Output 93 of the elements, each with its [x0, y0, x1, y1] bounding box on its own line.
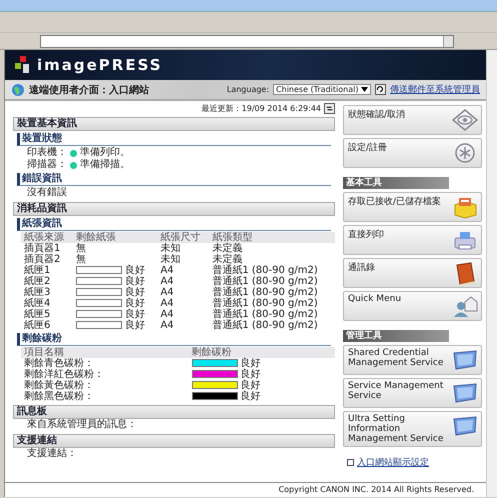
section-header: 裝置基本資訊 — [13, 117, 335, 131]
menu-button[interactable]: 存取已接收/已儲存檔案 — [343, 192, 482, 222]
message-text: 來自系統管理員的訊息： — [27, 419, 137, 431]
group-header: 管理工具 — [343, 330, 449, 342]
address-field[interactable] — [40, 34, 454, 48]
table-cell-text: 未知 — [159, 254, 182, 265]
table-cell: 未知 — [157, 243, 210, 254]
table-cell: 良好 — [124, 265, 145, 276]
table-cell-text: 剩餘黃色碳粉： — [23, 380, 95, 391]
table-cell-text: A4 — [159, 276, 175, 287]
monitor-icon — [451, 414, 479, 438]
table-cell: 良好 — [124, 276, 145, 287]
menu-button[interactable]: Service Management Service — [343, 378, 482, 408]
scrollbar[interactable] — [486, 50, 497, 497]
column-header: 紙張類型 — [209, 232, 335, 243]
column-header: 紙張來源 — [21, 232, 73, 243]
mail-admin-link[interactable]: 傳送郵件至系統管理員 — [390, 83, 480, 96]
menu-button[interactable]: Shared Credential Management Service — [343, 345, 482, 375]
table-cell: 無 — [76, 254, 86, 265]
person-icon — [451, 294, 479, 318]
portal-settings-link[interactable]: 入口網站顯示設定 — [357, 456, 429, 469]
table-cell: 良好 — [240, 369, 261, 380]
status-text: 準備列印。 — [80, 147, 130, 158]
caret-icon — [361, 87, 368, 92]
table-cell: 無 — [76, 243, 86, 254]
table-cell: 良好 — [124, 287, 145, 298]
table-cell: 良好 — [240, 380, 261, 391]
group-header: 基本工具 — [343, 177, 449, 189]
last-updated: 最近更新：19/09 2014 6:29:44 — [202, 103, 321, 114]
monitor-icon — [451, 348, 479, 372]
error-text: 沒有錯誤 — [27, 187, 67, 199]
table-cell: 剩餘青色碳粉： — [21, 358, 189, 369]
table-cell: 良好 — [240, 358, 261, 369]
table-cell-text: 插頁器2 — [23, 254, 62, 265]
eye-icon — [451, 108, 479, 132]
table-cell-text: A4 — [159, 309, 175, 320]
product-logo: imagePRESS — [37, 56, 163, 74]
menu-button[interactable]: 狀態確認/取消 — [343, 105, 482, 135]
table-cell: 良好 — [124, 320, 145, 331]
table-cell: 插頁器1 — [21, 243, 73, 254]
table-cell: 良好 — [124, 309, 145, 320]
menu-button[interactable]: 設定/註冊 — [343, 138, 482, 168]
table-cell-text: 普通紙1 (80-90 g/m2) — [211, 320, 319, 331]
table-cell-text: 紙匣1 — [23, 265, 52, 276]
toner-level-bar — [192, 392, 238, 400]
table-cell: 良好 — [240, 391, 261, 402]
table-cell-text: 普通紙1 (80-90 g/m2) — [211, 309, 319, 320]
table-cell-text: A4 — [159, 287, 175, 298]
page-title: 遠端使用者介面：入口網站 — [29, 84, 150, 96]
table-cell-text: 普通紙1 (80-90 g/m2) — [211, 287, 319, 298]
table-cell: 未定義 — [209, 254, 335, 265]
menu-button[interactable]: 直接列印 — [343, 225, 482, 255]
status-label: 印表機： — [27, 147, 67, 158]
table-cell-text: 剩餘洋紅色碳粉： — [23, 369, 105, 380]
bullet-icon — [347, 459, 354, 466]
table-cell-text: 紙匣6 — [23, 320, 52, 331]
support-text: 支援連結： — [27, 448, 77, 460]
table-cell-text: 普通紙1 (80-90 g/m2) — [211, 298, 319, 309]
table-cell-text: 紙匣4 — [23, 298, 52, 309]
subsection-header: 錯誤資訊 — [17, 173, 331, 186]
table-cell-text: 剩餘黑色碳粉： — [23, 391, 95, 402]
table-cell-text: 紙匣2 — [23, 276, 52, 287]
section-header: 消耗品資訊 — [13, 202, 335, 216]
toner-level-bar — [192, 381, 238, 390]
menu-button[interactable]: Quick Menu — [343, 291, 482, 321]
table-cell-text: 紙匣3 — [23, 287, 52, 298]
globe-icon — [11, 82, 25, 96]
menu-button[interactable]: Ultra Setting Information Management Service — [343, 411, 482, 447]
toner-level-bar — [192, 359, 238, 368]
table-cell-text: A4 — [159, 298, 175, 309]
toner-level-bar — [192, 370, 238, 378]
column-header: 項目名稱 — [21, 347, 189, 358]
status-text: 準備掃描。 — [80, 159, 130, 171]
table-cell-text: 普通紙1 (80-90 g/m2) — [211, 276, 319, 287]
column-header: 剩餘碳粉 — [188, 347, 335, 358]
table-cell-text: A4 — [159, 320, 175, 331]
section-header: 訊息板 — [13, 405, 335, 419]
language-select[interactable]: Chinese (Traditional) — [273, 84, 371, 95]
table-cell-text: A4 — [159, 265, 175, 276]
column-header: 紙張尺寸 — [157, 232, 210, 243]
monitor-icon — [451, 381, 479, 405]
table-cell: 良好 — [124, 298, 145, 309]
column-header: 剩餘紙張 — [72, 232, 158, 243]
status-label: 掃描器： — [27, 159, 67, 171]
cubes-icon — [15, 56, 31, 74]
table-cell: 未定義 — [209, 243, 335, 254]
copyright: Copyright CANON INC. 2014 All Rights Reserved. — [278, 485, 474, 494]
menu-button[interactable]: 通訊錄 — [343, 258, 482, 288]
language-label: Language: — [226, 85, 270, 94]
table-cell-text: 紙匣5 — [23, 309, 52, 320]
subsection-header: 裝置狀態 — [17, 133, 331, 146]
table-cell-text: 普通紙1 (80-90 g/m2) — [211, 265, 319, 276]
section-header: 支援連結 — [13, 434, 335, 448]
